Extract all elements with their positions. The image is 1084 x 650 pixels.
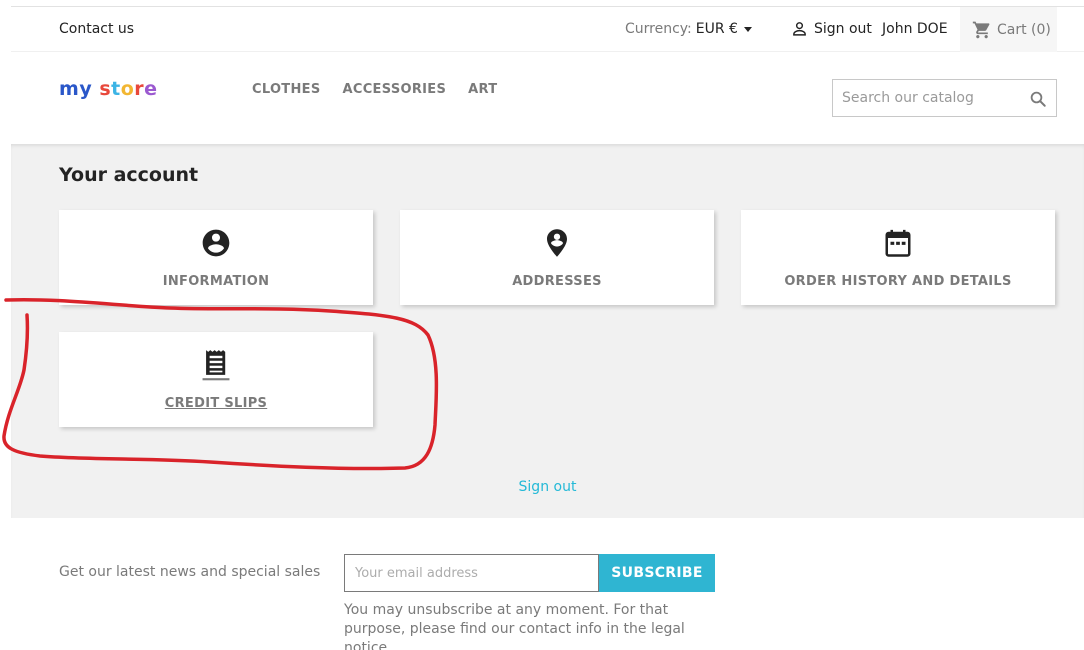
currency-value: EUR € (695, 21, 738, 37)
menu-item-clothes[interactable]: CLOTHES (252, 82, 321, 97)
account-circle-icon (199, 226, 233, 260)
location-pin-icon (540, 226, 574, 260)
logo-letter (92, 78, 99, 100)
sign-out-link-top[interactable]: Sign out (791, 20, 872, 37)
email-field[interactable] (344, 554, 599, 592)
logo-letter: m (59, 78, 80, 100)
search-input[interactable] (833, 80, 1013, 116)
sign-out-label: Sign out (814, 20, 872, 37)
contact-us-link[interactable]: Contact us (59, 21, 134, 37)
menu-item-accessories[interactable]: ACCESSORIES (343, 82, 447, 97)
top-nav: Contact us Currency: EUR € Sign out John… (11, 6, 1084, 52)
menu-item-art[interactable]: ART (468, 82, 497, 97)
credit-slips-card[interactable]: CREDIT SLIPS (59, 332, 373, 427)
information-card-label: INFORMATION (162, 274, 270, 289)
currency-selector[interactable]: Currency: EUR € (625, 21, 752, 37)
cart-button[interactable]: Cart (0) (960, 7, 1057, 52)
order-history-card-label: ORDER HISTORY AND DETAILS (784, 274, 1012, 289)
chevron-down-icon (743, 27, 752, 32)
header: my store CLOTHES ACCESSORIES ART (11, 52, 1084, 144)
currency-label: Currency: (625, 21, 692, 37)
logo-letter: y (79, 78, 93, 100)
logo-letter: r (134, 78, 145, 100)
cart-label: Cart (0) (997, 21, 1051, 38)
order-history-card[interactable]: ORDER HISTORY AND DETAILS (741, 210, 1055, 305)
logo-letter: t (111, 78, 121, 100)
newsletter-note: You may unsubscribe at any moment. For t… (344, 602, 685, 650)
information-card[interactable]: INFORMATION (59, 210, 373, 305)
logo-letter: e (144, 78, 158, 100)
newsletter: Get our latest news and special sales SU… (11, 518, 1084, 650)
user-name-link[interactable]: John DOE (882, 21, 948, 37)
credit-slips-card-label: CREDIT SLIPS (164, 396, 268, 411)
main-menu: CLOTHES ACCESSORIES ART (252, 82, 497, 97)
cart-icon (972, 21, 990, 38)
sign-out-link[interactable]: Sign out (11, 479, 1084, 495)
account-section: Your account INFORMATION ADDRESSES ORDER… (11, 144, 1084, 518)
addresses-card[interactable]: ADDRESSES (400, 210, 714, 305)
store-logo[interactable]: my store (59, 78, 158, 100)
user-icon (793, 22, 806, 36)
page-title: Your account (59, 164, 199, 186)
subscribe-button[interactable]: SUBSCRIBE (599, 554, 715, 592)
newsletter-text: Get our latest news and special sales (59, 564, 321, 580)
logo-letter: o (120, 78, 135, 100)
page: Contact us Currency: EUR € Sign out John… (0, 0, 1084, 650)
search-icon[interactable] (1029, 90, 1047, 108)
receipt-icon (199, 348, 233, 382)
logo-letter: s (99, 78, 112, 100)
search-box (832, 79, 1057, 117)
calendar-icon (881, 226, 915, 260)
addresses-card-label: ADDRESSES (512, 274, 602, 289)
